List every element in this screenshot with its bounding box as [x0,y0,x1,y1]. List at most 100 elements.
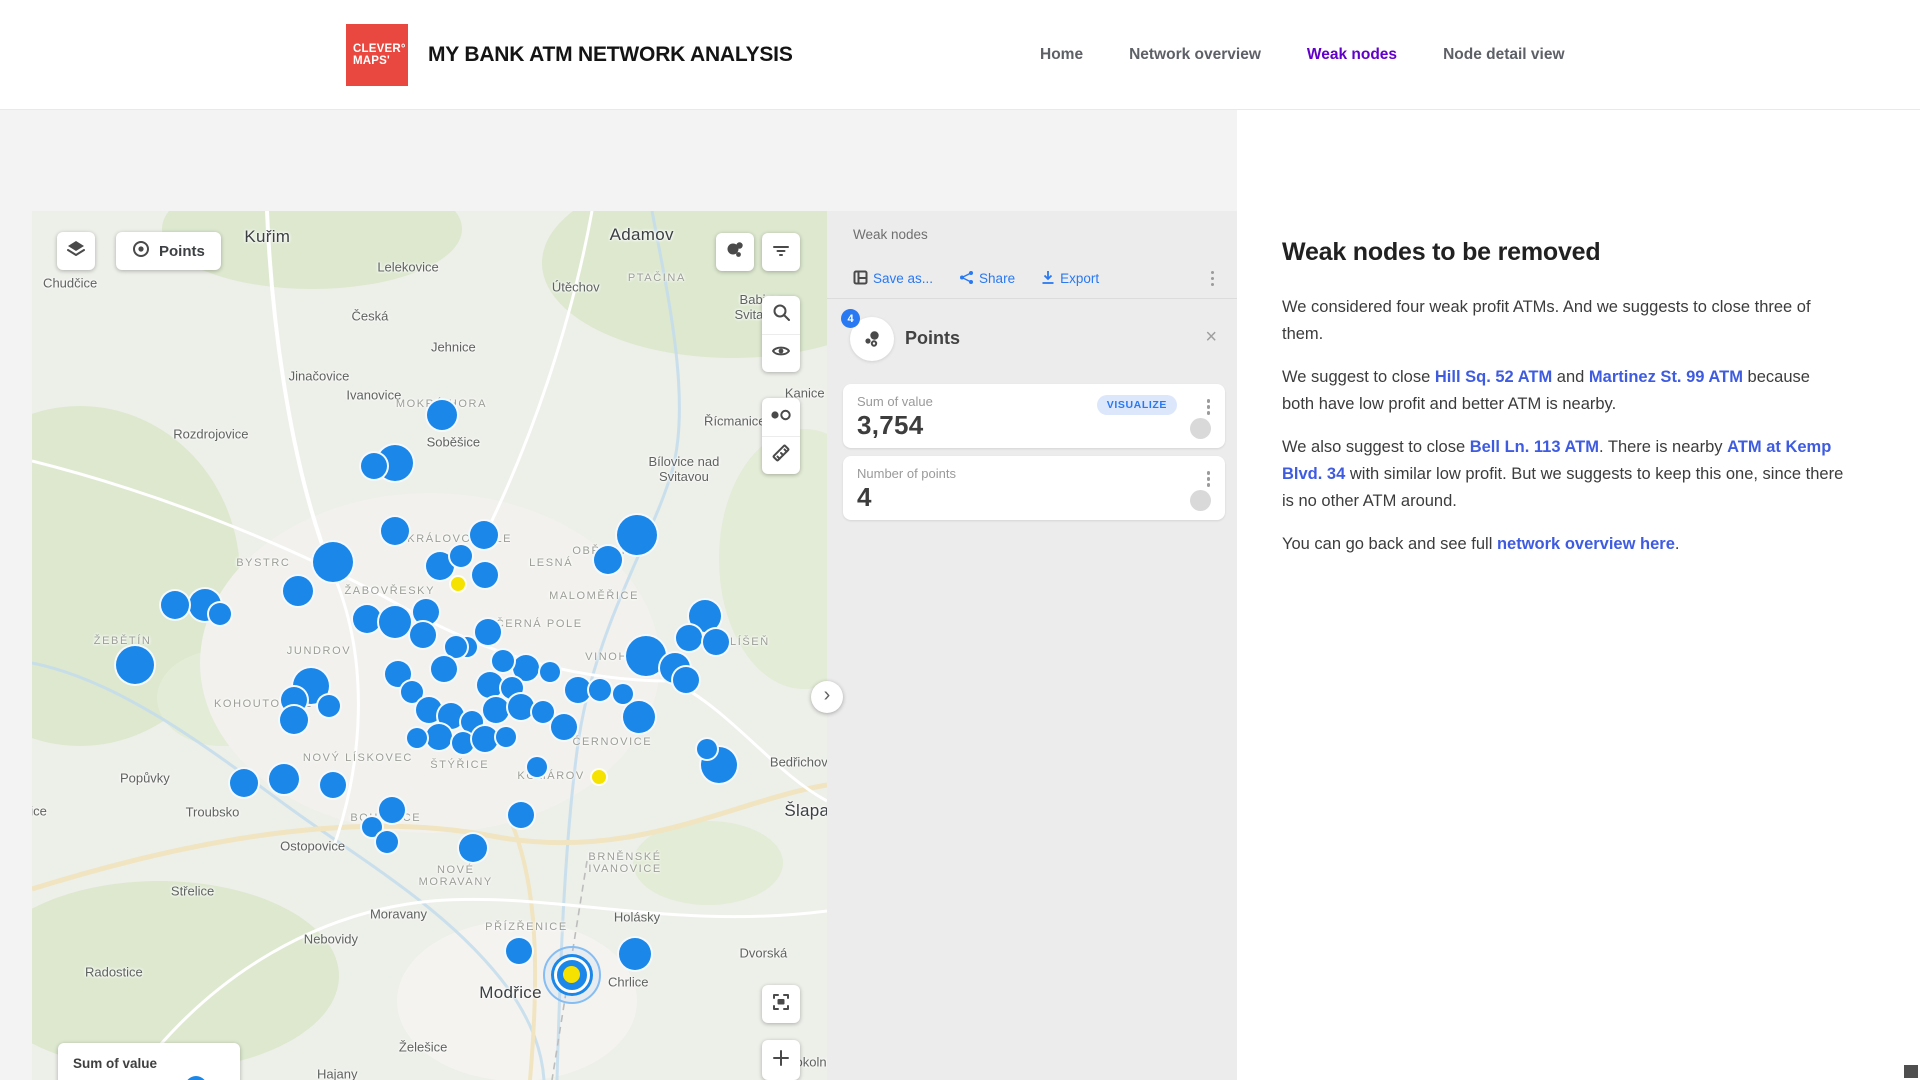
content-text: and [1552,368,1589,386]
visualize-badge[interactable]: VISUALIZE [1097,395,1177,415]
content-text: . There is nearby [1599,438,1727,456]
indicator-menu-button[interactable] [1204,396,1214,418]
map-bubble[interactable] [538,660,562,684]
indicator-card-number-of-points[interactable]: Number of points 4 [843,456,1225,520]
map-bubble[interactable] [592,544,624,576]
map-bubble[interactable] [549,712,579,742]
map-bubble[interactable] [506,800,536,830]
map-bubble[interactable] [671,665,701,695]
map-bubble[interactable] [457,832,489,864]
content-link[interactable]: Martinez St. 99 ATM [1589,368,1743,386]
search-button[interactable] [762,296,800,334]
content-text: We considered four weak profit ATMs. And… [1282,298,1811,343]
map-bubble[interactable] [408,620,438,650]
panel-actions: Save as... Share Export [827,259,1237,299]
point-style-toggle-button[interactable] [762,398,800,436]
layers-button[interactable] [57,232,95,270]
content-text: . [1675,535,1680,553]
map-bubble[interactable] [359,451,389,481]
map-bubble[interactable] [374,829,400,855]
map-bubble[interactable] [621,699,657,735]
zoom-in-button[interactable] [762,1040,800,1080]
map-bubble[interactable] [311,540,355,584]
indicator-toggle-knob[interactable] [1190,418,1211,439]
save-as-button[interactable]: Save as... [853,270,933,288]
map-bubble[interactable] [494,725,518,749]
indicator-toggle-knob[interactable] [1190,490,1211,511]
panel-menu-button[interactable] [1208,268,1218,290]
story-body: We considered four weak profit ATMs. And… [1282,294,1845,558]
map-bubble[interactable] [278,704,310,736]
plus-icon [772,1049,790,1072]
points-group-title: Points [905,328,960,349]
map-legend[interactable]: Sum of value [58,1043,240,1080]
map-bubble[interactable] [281,574,315,608]
map-bubble[interactable] [114,644,156,686]
fit-extent-button[interactable] [762,985,800,1023]
map-bubble[interactable] [470,560,500,590]
points-count-badge: 4 [841,309,860,328]
indicator-card-sum-of-value[interactable]: Sum of value 3,754 VISUALIZE [843,384,1225,448]
map-bubble[interactable] [405,726,429,750]
content-paragraph: You can go back and see full network ove… [1282,531,1845,558]
panel-collapse-button[interactable]: › [811,681,843,713]
share-button[interactable]: Share [959,270,1015,288]
map-bubble[interactable] [587,677,613,703]
map-bubble[interactable] [429,654,459,684]
map-bubble[interactable] [159,589,191,621]
map-bubble[interactable] [207,601,233,627]
map-bubble[interactable] [701,627,731,657]
indicator-menu-button[interactable] [1204,468,1214,490]
nav-item-weak-nodes[interactable]: Weak nodes [1307,46,1397,64]
map-bubble[interactable] [695,737,719,761]
visibility-button[interactable] [762,334,800,372]
content-text: We suggest to close [1282,368,1435,386]
map-bubble-yellow[interactable] [590,768,608,786]
map-bubble[interactable] [504,936,534,966]
logo-line2: MAPS' [353,55,408,67]
content-link[interactable]: Hill Sq. 52 ATM [1435,368,1552,386]
map-bubble[interactable] [617,936,653,972]
map-canvas[interactable]: KuřimAdamovModřiceŠlapaniceChudčiceLelek… [32,211,827,1080]
map-bubble[interactable] [267,762,301,796]
export-button[interactable]: Export [1041,270,1099,288]
story-heading: Weak nodes to be removed [1282,238,1845,267]
map-bubble[interactable] [674,623,704,653]
view-title: Weak nodes [853,227,928,242]
page-title: MY BANK ATM NETWORK ANALYSIS [428,0,793,110]
map-bubble[interactable] [525,755,549,779]
legend-bubble-swatch [185,1076,207,1080]
cluster-view-button[interactable] [716,233,754,271]
nav-item-home[interactable]: Home [1040,46,1083,64]
map-bubble[interactable] [615,513,659,557]
nav-item-network-overview[interactable]: Network overview [1129,46,1261,64]
scrollbar-corner[interactable] [1904,1065,1918,1078]
map-tools-group-2 [762,398,800,474]
map-selected-point[interactable] [543,946,601,1004]
legend-title: Sum of value [73,1056,157,1071]
save-icon [853,270,868,288]
measure-button[interactable] [762,436,800,474]
content-text: We also suggest to close [1282,438,1470,456]
map-bubble[interactable] [379,515,411,547]
close-icon[interactable]: × [1205,327,1217,347]
map-bubble-yellow[interactable] [449,575,467,593]
ruler-icon [771,443,791,468]
filter-button[interactable] [762,233,800,271]
map-bubble[interactable] [318,770,348,800]
map-bubble[interactable] [468,519,500,551]
points-layer-button[interactable]: Points [116,232,221,270]
map-bubble[interactable] [228,767,260,799]
map-bubble[interactable] [425,398,459,432]
selected-point-ring [554,957,590,993]
nav-item-node-detail-view[interactable]: Node detail view [1443,46,1564,64]
map-bubble[interactable] [448,543,474,569]
indicator-label: Number of points [857,466,1211,481]
map-bubble[interactable] [316,693,342,719]
story-panel: Weak nodes to be removed We considered f… [1237,110,1920,1080]
content-link[interactable]: network overview here [1497,535,1675,553]
filter-icon [771,240,791,265]
map-bubble[interactable] [377,604,413,640]
layers-icon [66,239,86,264]
content-link[interactable]: Bell Ln. 113 ATM [1470,438,1599,456]
